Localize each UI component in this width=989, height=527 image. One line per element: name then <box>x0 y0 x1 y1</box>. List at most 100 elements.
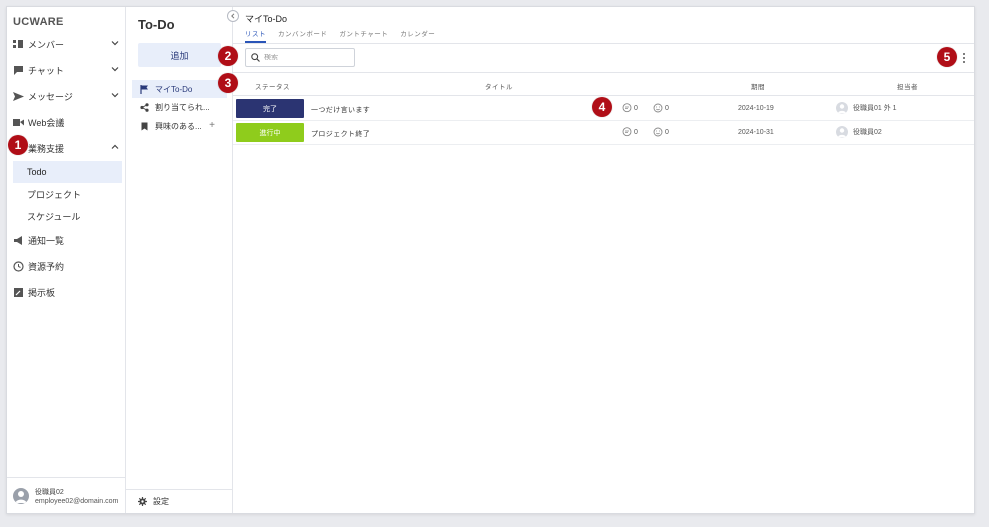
assignee-name: 役職員01 外 1 <box>853 105 897 112</box>
flag-icon <box>140 84 149 94</box>
chevron-down-icon[interactable] <box>111 91 119 99</box>
status-badge[interactable]: 完了 <box>236 99 304 118</box>
reaction-count-value: 0 <box>665 128 669 136</box>
user-email: employee02@domain.com <box>35 497 119 505</box>
add-button[interactable]: 追加 <box>138 43 221 67</box>
page-title: マイTo-Do <box>245 14 288 24</box>
list-item-label: マイTo-Do <box>155 84 193 94</box>
comment-count[interactable]: 0 <box>622 103 638 113</box>
add-list-icon[interactable]: + <box>209 120 215 131</box>
column-header-period[interactable]: 期間 <box>751 81 765 91</box>
settings-button[interactable]: 設定 <box>126 489 233 513</box>
sidebar-item-label: Web会議 <box>28 117 65 128</box>
callout-badge-5: 5 <box>937 47 957 67</box>
column-header-title[interactable]: タイトル <box>485 81 513 91</box>
main-content: マイTo-Do リスト カンバンボード ガントチャート カレンダー ステータス … <box>233 7 974 513</box>
sidebar-item-chat[interactable]: チャット <box>7 57 126 83</box>
user-profile[interactable]: 役職員02 employee02@domain.com <box>7 477 126 513</box>
callout-badge-4: 4 <box>592 97 612 117</box>
brand-logo: UCWARE <box>13 16 64 28</box>
settings-label: 設定 <box>153 497 169 506</box>
chevron-down-icon[interactable] <box>111 65 119 73</box>
sidebar-item-messages[interactable]: メッセージ <box>7 83 126 109</box>
sidebar-item-label: メッセージ <box>28 91 73 102</box>
callout-badge-3: 3 <box>218 73 238 93</box>
sidebar-item-notifications[interactable]: 通知一覧 <box>7 227 126 253</box>
sidebar-item-label: 業務支援 <box>28 143 65 154</box>
list-item-assigned[interactable]: 割り当てられ... <box>132 98 227 116</box>
more-options-icon[interactable] <box>962 53 966 63</box>
assignee-name: 役職員02 <box>853 129 882 136</box>
comment-count-value: 0 <box>634 104 638 112</box>
user-name: 役職員02 <box>35 488 64 496</box>
divider <box>233 43 974 44</box>
sidebar-subitem-todo[interactable]: Todo <box>13 161 122 183</box>
smile-icon <box>653 127 663 137</box>
board-icon <box>13 287 24 298</box>
chevron-down-icon[interactable] <box>111 39 119 47</box>
list-item-my-todo[interactable]: マイTo-Do <box>132 80 227 98</box>
tab-gantt[interactable]: ガントチャート <box>339 28 388 43</box>
table-row[interactable]: 進行中 プロジェクト終了 0 0 2024-10-31 役職員02 <box>233 121 974 145</box>
assignee[interactable]: 役職員01 外 1 <box>836 102 897 114</box>
smile-icon <box>653 103 663 113</box>
comment-count-value: 0 <box>634 128 638 136</box>
main-sidebar: UCWARE メンバー チャット メッセージ Web会議 業務支援 Todo プ… <box>7 7 126 513</box>
sidebar-item-label: チャット <box>28 65 64 76</box>
megaphone-icon <box>13 235 24 246</box>
share-icon <box>140 102 149 112</box>
gear-icon <box>138 497 147 506</box>
search-input[interactable] <box>264 54 352 61</box>
sidebar-item-label: 通知一覧 <box>28 235 65 246</box>
sidebar-item-web-meeting[interactable]: Web会議 <box>7 109 126 135</box>
send-icon <box>13 91 24 102</box>
callout-badge-1: 1 <box>8 135 28 155</box>
sidebar-item-label: 資源予約 <box>28 261 65 272</box>
reaction-count[interactable]: 0 <box>653 103 669 113</box>
callout-badge-2: 2 <box>218 46 238 66</box>
avatar <box>13 487 29 504</box>
tab-calendar[interactable]: カレンダー <box>400 28 435 43</box>
chevron-up-icon[interactable] <box>111 143 119 151</box>
comment-icon <box>622 127 632 137</box>
sidebar-subitem-project[interactable]: プロジェクト <box>7 183 126 205</box>
search-icon <box>251 53 260 62</box>
tab-list[interactable]: リスト <box>245 28 266 43</box>
avatar <box>836 102 848 114</box>
reaction-count[interactable]: 0 <box>653 127 669 137</box>
sidebar-subitem-schedule[interactable]: スケジュール <box>7 205 126 227</box>
clock-icon <box>13 260 24 272</box>
list-item-label: 割り当てられ... <box>155 102 210 112</box>
assignee[interactable]: 役職員02 <box>836 126 882 138</box>
panel-title: To-Do <box>138 17 175 32</box>
sidebar-item-label: 掲示板 <box>28 287 56 298</box>
status-badge[interactable]: 進行中 <box>236 123 304 142</box>
due-date: 2024-10-31 <box>738 129 774 136</box>
list-item-label: 興味のある... <box>155 121 202 131</box>
column-header-assignee[interactable]: 担当者 <box>897 81 918 91</box>
sidebar-nav: メンバー チャット メッセージ Web会議 業務支援 Todo プロジェクト ス… <box>7 31 126 305</box>
sidebar-item-bulletin-board[interactable]: 掲示板 <box>7 279 126 305</box>
sidebar-item-members[interactable]: メンバー <box>7 31 126 57</box>
tab-kanban[interactable]: カンバンボード <box>278 28 327 43</box>
comment-count[interactable]: 0 <box>622 127 638 137</box>
members-icon <box>13 39 24 50</box>
search-box[interactable] <box>245 48 355 67</box>
sidebar-item-label: メンバー <box>28 39 65 50</box>
task-title[interactable]: 一つだけ言います <box>311 105 370 115</box>
video-icon <box>13 117 24 128</box>
chat-icon <box>13 65 24 76</box>
due-date: 2024-10-19 <box>738 105 774 112</box>
comment-icon <box>622 103 632 113</box>
reaction-count-value: 0 <box>665 104 669 112</box>
column-header-status[interactable]: ステータス <box>255 81 290 91</box>
app-window: UCWARE メンバー チャット メッセージ Web会議 業務支援 Todo プ… <box>6 6 975 514</box>
task-title[interactable]: プロジェクト終了 <box>311 129 370 139</box>
bookmark-icon <box>140 122 149 131</box>
view-tabs: リスト カンバンボード ガントチャート カレンダー <box>245 28 435 43</box>
sidebar-item-resource-booking[interactable]: 資源予約 <box>7 253 126 279</box>
avatar <box>836 126 848 138</box>
todo-panel: To-Do 追加 マイTo-Do 割り当てられ... 興味のある... + 設定 <box>126 7 233 513</box>
table-header: ステータス タイトル 期間 担当者 <box>233 73 974 96</box>
list-item-interested[interactable]: 興味のある... + <box>132 117 227 135</box>
